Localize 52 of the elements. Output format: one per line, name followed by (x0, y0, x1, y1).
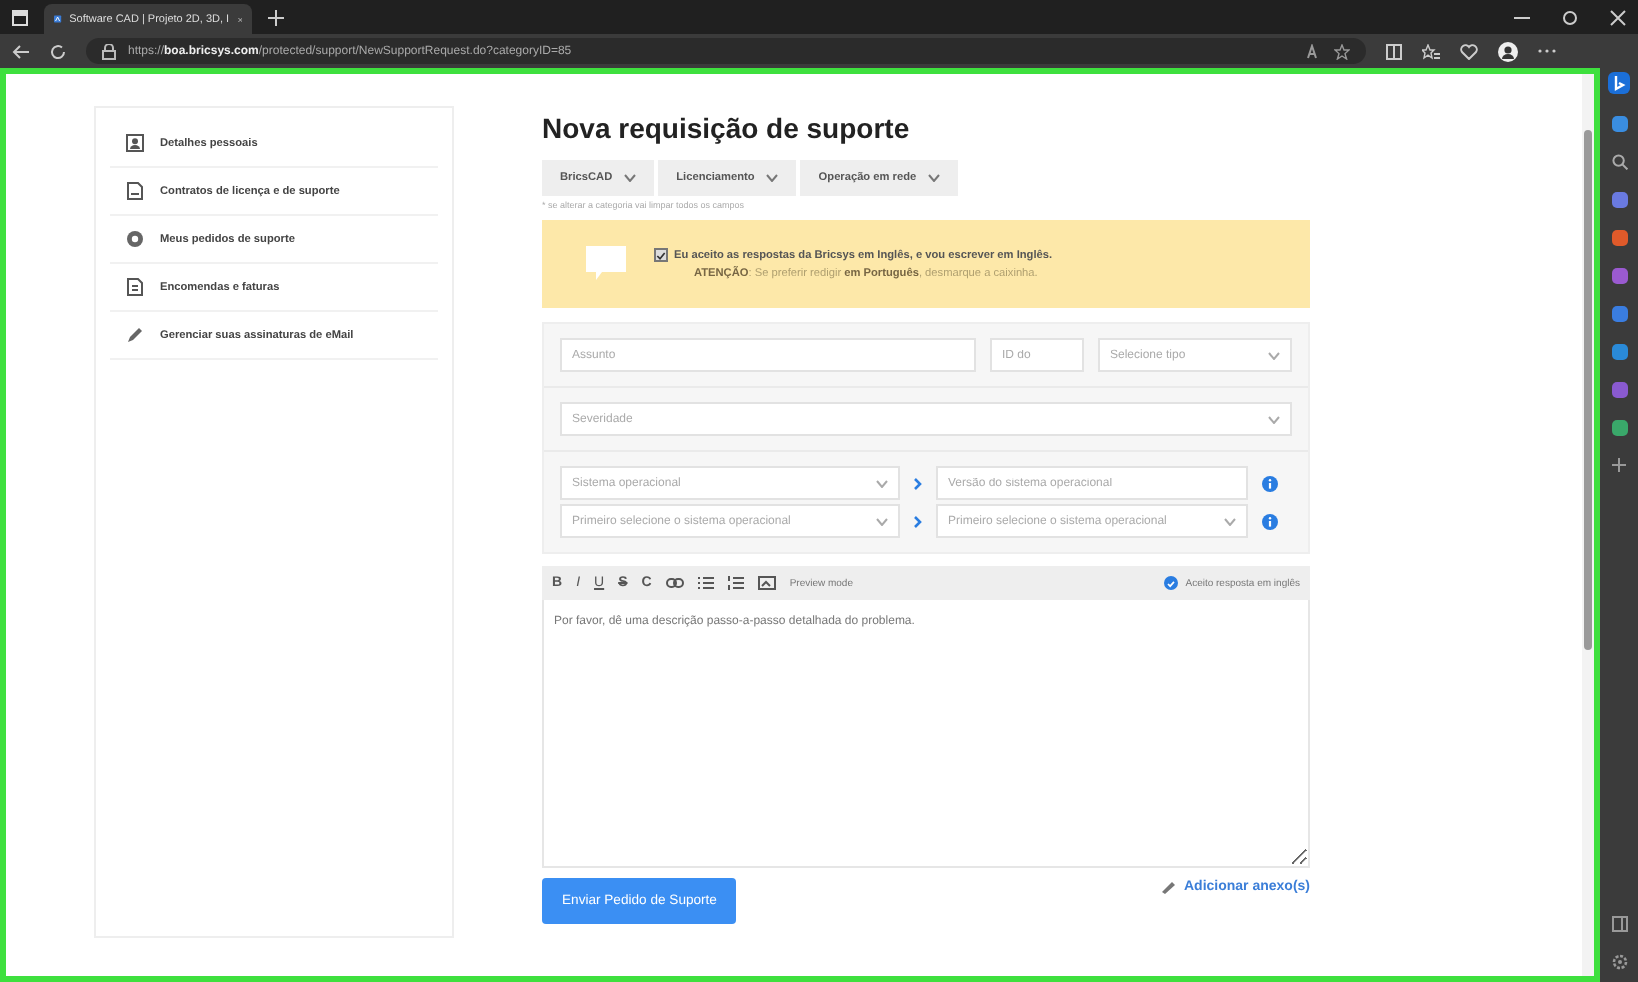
document-icon (126, 182, 144, 200)
app-icon[interactable] (1611, 268, 1627, 284)
info-icon (1262, 513, 1278, 529)
site-logo-icon (54, 10, 62, 28)
info-icon (1262, 475, 1278, 491)
checkbox[interactable] (1163, 576, 1178, 590)
image-icon[interactable] (757, 576, 776, 590)
more-icon[interactable] (1538, 48, 1556, 54)
bing-logo-icon[interactable] (1608, 72, 1630, 94)
caret-icon (876, 479, 888, 487)
close-icon[interactable] (1610, 9, 1626, 25)
restore-icon[interactable] (1562, 9, 1578, 25)
new-tab-icon[interactable] (268, 9, 284, 25)
lifebuoy-icon (126, 230, 144, 248)
favorites-icon[interactable] (1422, 43, 1440, 59)
refresh-icon[interactable] (50, 43, 66, 59)
caret-icon (624, 174, 637, 182)
chevron-right-icon (914, 477, 922, 489)
pen-icon (126, 326, 144, 344)
speech-bubble-icon (586, 246, 626, 282)
app-icon[interactable] (1611, 192, 1627, 208)
bulleted-list-icon[interactable] (697, 576, 714, 590)
caret-icon (1224, 517, 1236, 525)
heart-icon[interactable] (1460, 43, 1478, 59)
caret-icon (1268, 415, 1280, 423)
profile-icon[interactable] (1498, 41, 1518, 61)
id-card-icon (126, 134, 144, 152)
split-screen-icon[interactable] (1386, 43, 1402, 59)
app-icon[interactable] (1611, 230, 1627, 246)
add-icon[interactable] (1612, 458, 1626, 472)
invoice-icon (126, 278, 144, 296)
chevron-right-icon (914, 515, 922, 527)
search-icon[interactable] (1611, 154, 1627, 170)
app-icon[interactable] (1611, 344, 1627, 360)
lock-icon (102, 43, 116, 59)
caret-icon (766, 174, 779, 182)
numbered-list-icon[interactable] (727, 576, 744, 590)
sidebar-toggle-icon[interactable] (1611, 916, 1627, 932)
page-title: Nova requisição de suporte (542, 112, 912, 144)
read-aloud-icon[interactable] (1306, 43, 1322, 59)
app-icon[interactable] (1611, 420, 1627, 436)
checkbox[interactable] (654, 248, 668, 262)
app-icon[interactable] (1611, 306, 1627, 322)
caret-icon (876, 517, 888, 525)
settings-icon[interactable] (1611, 954, 1627, 970)
star-icon[interactable] (1334, 43, 1350, 59)
tab-actions-icon[interactable] (12, 9, 28, 25)
caret-icon (928, 174, 941, 182)
link-icon[interactable] (665, 578, 684, 588)
back-arrow-icon[interactable] (12, 43, 30, 59)
app-icon[interactable] (1611, 116, 1627, 132)
caret-icon (1268, 351, 1280, 359)
